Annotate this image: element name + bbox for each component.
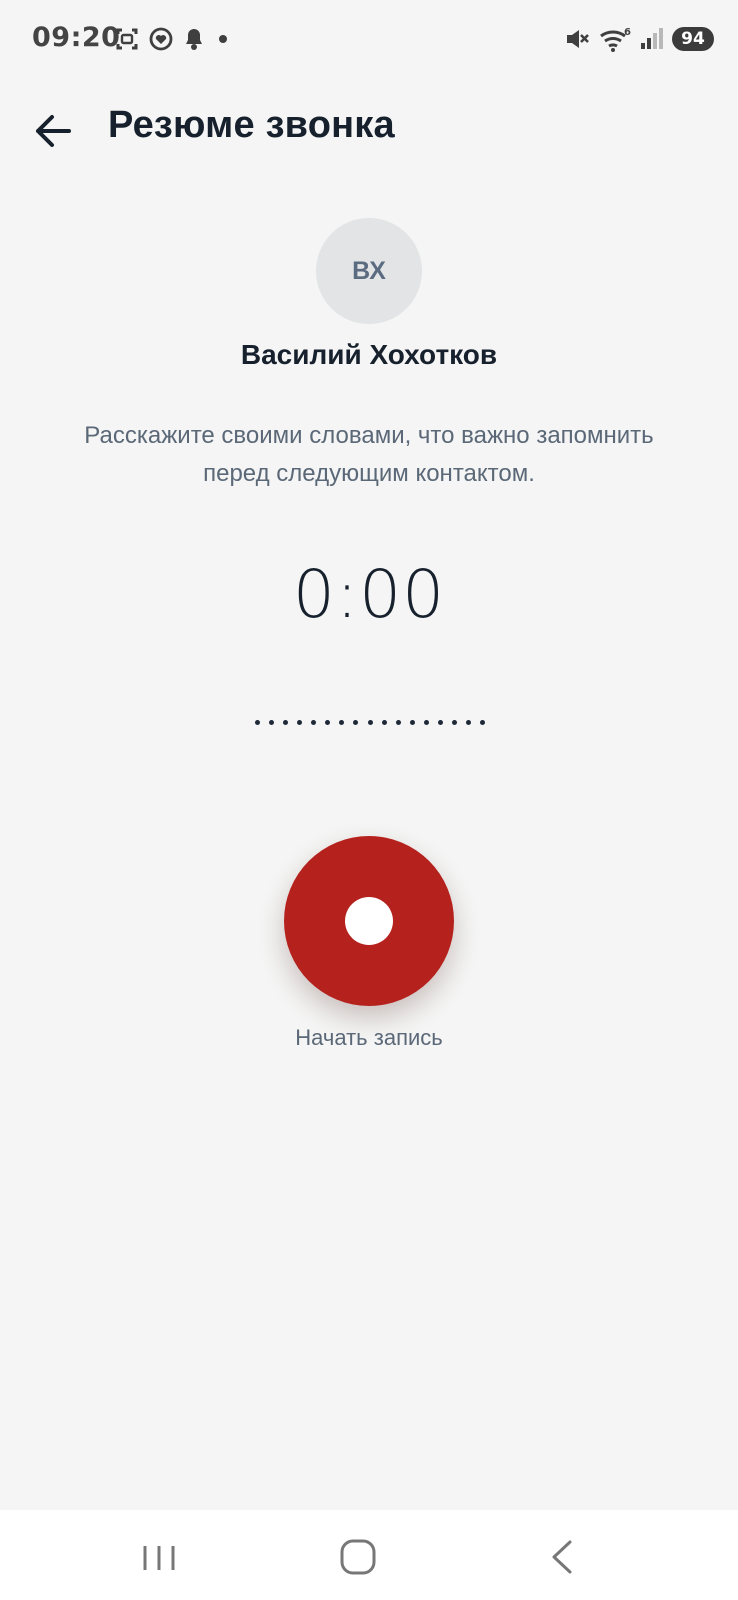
dot-indicator-icon [219, 35, 227, 43]
waveform-point [409, 720, 415, 725]
contact-name: Василий Хохотков [240, 339, 498, 370]
waveform-point [395, 720, 401, 725]
screenshot-icon [116, 28, 138, 50]
back-arrow-button[interactable] [30, 108, 76, 154]
waveform-point [423, 720, 429, 725]
waveform-point [451, 720, 457, 725]
avatar-initials: ВХ [352, 256, 386, 285]
waveform-point [269, 720, 275, 725]
health-icon [149, 27, 173, 51]
waveform-point [325, 720, 331, 725]
home-icon [340, 1539, 376, 1575]
waveform-point [437, 720, 443, 725]
waveform-point [367, 720, 373, 725]
mute-icon [567, 30, 589, 48]
waveform-point [255, 720, 260, 725]
status-bar: 09:20 6 94 [0, 0, 738, 78]
waveform-point [283, 720, 289, 725]
start-recording-button[interactable] [284, 836, 454, 1006]
waveform-point [353, 720, 359, 725]
waveform-point [297, 720, 303, 725]
wifi-icon: 6 [600, 27, 631, 52]
app-header: Резюме звонка [0, 92, 738, 168]
contact-avatar: ВХ [316, 218, 422, 324]
waveform-point [339, 720, 345, 725]
signal-icon [641, 28, 663, 49]
status-time: 09:20 [32, 22, 121, 53]
start-recording-label: Начать запись [295, 1025, 443, 1050]
system-back-button[interactable] [538, 1534, 584, 1580]
status-icons-left [114, 24, 232, 54]
system-navigation-bar [0, 1510, 738, 1600]
recording-timer: 0:00 [292, 556, 446, 633]
audio-waveform [255, 720, 485, 725]
page-title: Резюме звонка [108, 104, 395, 146]
waveform-point [311, 720, 317, 725]
recent-apps-button[interactable] [136, 1534, 182, 1580]
waveform-point [480, 720, 485, 725]
status-icons-right: 6 94 [563, 24, 714, 54]
recent-apps-icon [143, 1546, 175, 1570]
waveform-point [381, 720, 387, 725]
waveform-point [465, 720, 471, 725]
notification-bell-icon [186, 29, 202, 50]
battery-icon: 94 [672, 27, 714, 51]
wifi-generation-label: 6 [624, 27, 631, 38]
arrow-left-icon [36, 115, 71, 147]
back-icon [552, 1540, 572, 1574]
record-icon [345, 897, 393, 945]
home-button[interactable] [335, 1534, 381, 1580]
instruction-text: Расскажите своими словами, что важно зап… [84, 422, 654, 487]
